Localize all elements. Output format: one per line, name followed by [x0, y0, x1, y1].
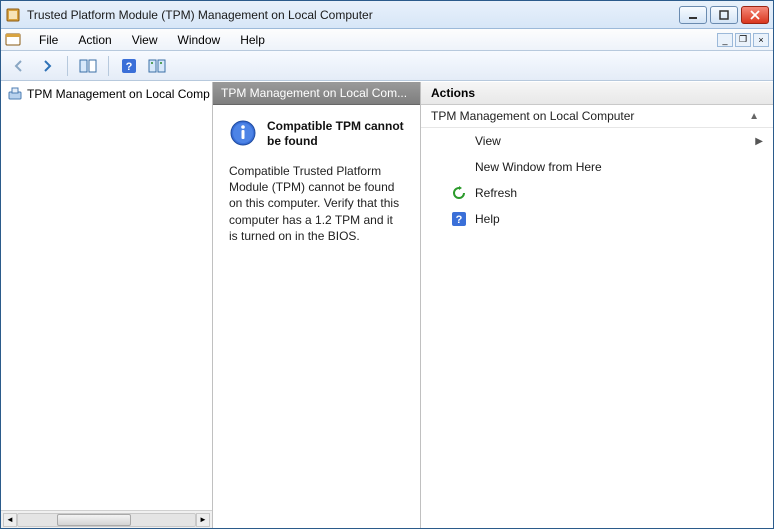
maximize-button[interactable]: [710, 6, 738, 24]
show-hide-tree-button[interactable]: [76, 54, 100, 78]
scroll-track[interactable]: [17, 513, 196, 527]
details-pane: TPM Management on Local Com... Compatibl…: [213, 82, 421, 528]
close-button[interactable]: [741, 6, 769, 24]
mdi-close-button[interactable]: ×: [753, 33, 769, 47]
action-help-label: Help: [475, 212, 500, 226]
horizontal-scrollbar[interactable]: ◄ ►: [1, 510, 212, 528]
scroll-left-button[interactable]: ◄: [3, 513, 17, 527]
content-area: TPM Management on Local Comp ◄ ► TPM Man…: [1, 81, 773, 528]
details-body: Compatible TPM cannot be found Compatibl…: [213, 105, 420, 528]
info-heading: Compatible TPM cannot be found: [267, 119, 404, 149]
collapse-icon[interactable]: ▲: [745, 111, 763, 122]
actions-group-title: TPM Management on Local Computer: [431, 109, 745, 123]
actions-pane: Actions TPM Management on Local Computer…: [421, 82, 773, 528]
info-description: Compatible Trusted Platform Module (TPM)…: [229, 163, 404, 244]
app-icon: [5, 7, 21, 23]
svg-text:?: ?: [456, 214, 463, 226]
tpm-device-icon: [7, 86, 23, 102]
properties-button[interactable]: [145, 54, 169, 78]
tree-root-item[interactable]: TPM Management on Local Comp: [1, 82, 212, 106]
tree-pane: TPM Management on Local Comp ◄ ►: [1, 82, 213, 528]
action-new-window[interactable]: New Window from Here: [421, 154, 773, 180]
menu-view[interactable]: View: [122, 31, 168, 49]
menu-file[interactable]: File: [29, 31, 68, 49]
actions-header: Actions: [421, 82, 773, 105]
info-block: Compatible TPM cannot be found: [229, 119, 404, 149]
forward-button[interactable]: [35, 54, 59, 78]
mdi-minimize-button[interactable]: _: [717, 33, 733, 47]
action-refresh-label: Refresh: [475, 186, 517, 200]
action-refresh[interactable]: Refresh: [421, 180, 773, 206]
scroll-right-button[interactable]: ►: [196, 513, 210, 527]
scroll-thumb[interactable]: [57, 514, 131, 526]
details-header: TPM Management on Local Com...: [213, 82, 420, 105]
back-button[interactable]: [7, 54, 31, 78]
refresh-icon: [451, 185, 467, 201]
blank-icon: [451, 159, 467, 175]
window-title: Trusted Platform Module (TPM) Management…: [27, 8, 679, 22]
action-new-window-label: New Window from Here: [475, 160, 602, 174]
svg-text:?: ?: [126, 61, 133, 73]
window-controls: [679, 6, 769, 24]
mdi-restore-button[interactable]: ❐: [735, 33, 751, 47]
console-icon: [5, 32, 21, 48]
action-help[interactable]: ? Help: [421, 206, 773, 232]
menu-bar: File Action View Window Help _ ❐ ×: [1, 29, 773, 51]
help-button[interactable]: ?: [117, 54, 141, 78]
help-icon: ?: [451, 211, 467, 227]
info-icon: [229, 119, 257, 149]
blank-icon: [451, 133, 467, 149]
action-view-label: View: [475, 134, 501, 148]
menu-window[interactable]: Window: [168, 31, 231, 49]
tree-root-label: TPM Management on Local Comp: [27, 87, 210, 101]
chevron-right-icon: ▶: [755, 136, 763, 147]
mdi-controls: _ ❐ ×: [717, 33, 769, 47]
title-bar: Trusted Platform Module (TPM) Management…: [1, 1, 773, 29]
menu-action[interactable]: Action: [68, 31, 121, 49]
actions-group-header[interactable]: TPM Management on Local Computer ▲: [421, 105, 773, 128]
menu-help[interactable]: Help: [230, 31, 275, 49]
action-view[interactable]: View ▶: [421, 128, 773, 154]
toolbar-separator: [108, 56, 109, 76]
minimize-button[interactable]: [679, 6, 707, 24]
toolbar: ?: [1, 51, 773, 81]
toolbar-separator: [67, 56, 68, 76]
